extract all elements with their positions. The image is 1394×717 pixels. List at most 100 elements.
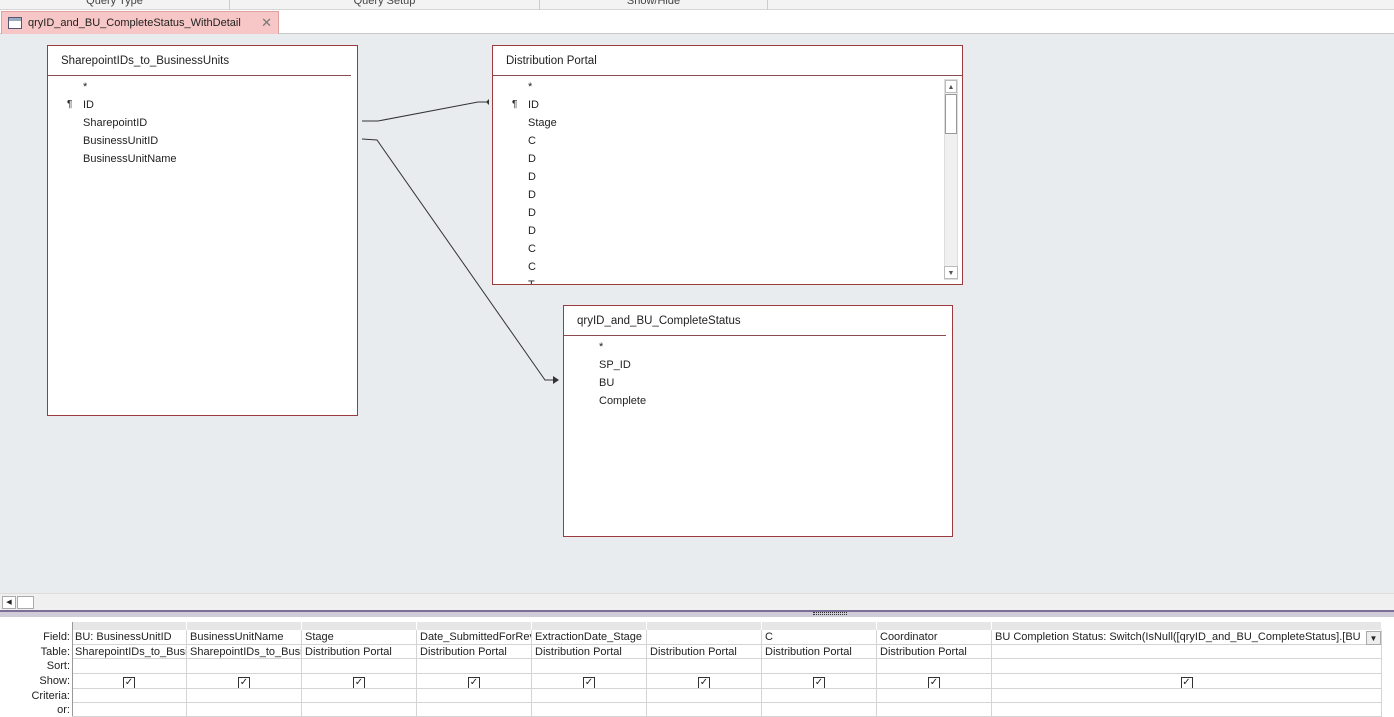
table-title[interactable]: qryID_and_BU_CompleteStatus: [564, 306, 946, 336]
scroll-thumb[interactable]: [945, 94, 957, 134]
field-item[interactable]: BusinessUnitName: [48, 150, 357, 168]
show-checkbox[interactable]: ✓: [123, 677, 135, 688]
field-cell[interactable]: [647, 630, 762, 645]
show-cell[interactable]: ✓: [187, 674, 302, 689]
show-cell[interactable]: ✓: [532, 674, 647, 689]
table-title[interactable]: SharepointIDs_to_BusinessUnits: [48, 46, 351, 76]
field-cell[interactable]: BU: BusinessUnitID: [72, 630, 187, 645]
show-checkbox[interactable]: ✓: [928, 677, 940, 688]
criteria-cell[interactable]: [417, 689, 532, 703]
pane-splitter[interactable]: [0, 610, 1394, 617]
field-cell[interactable]: Date_SubmittedForReview: [417, 630, 532, 645]
show-checkbox[interactable]: ✓: [583, 677, 595, 688]
sort-cell[interactable]: [532, 659, 647, 674]
field-item[interactable]: D: [493, 204, 962, 222]
table-distribution-portal[interactable]: Distribution Portal * ¶ ID Stage C D D D D D C C T ▲…: [492, 45, 963, 285]
or-cell[interactable]: [302, 703, 417, 717]
field-item[interactable]: D: [493, 168, 962, 186]
field-item[interactable]: ¶ ID: [493, 96, 962, 114]
field-cell[interactable]: Coordinator: [877, 630, 992, 645]
criteria-cell[interactable]: [877, 689, 992, 703]
field-item[interactable]: D: [493, 150, 962, 168]
scroll-down-icon[interactable]: ▼: [944, 266, 958, 279]
table-cell[interactable]: Distribution Portal: [762, 645, 877, 659]
criteria-cell[interactable]: [647, 689, 762, 703]
or-cell[interactable]: [72, 703, 187, 717]
show-cell[interactable]: ✓: [762, 674, 877, 689]
field-item[interactable]: Stage: [493, 114, 962, 132]
table-cell[interactable]: Distribution Portal: [532, 645, 647, 659]
sort-cell[interactable]: [302, 659, 417, 674]
field-item[interactable]: SharepointID: [48, 114, 357, 132]
field-item[interactable]: *: [564, 338, 952, 356]
show-checkbox[interactable]: ✓: [698, 677, 710, 688]
field-item[interactable]: *: [48, 78, 357, 96]
field-item[interactable]: BU: [564, 374, 952, 392]
show-checkbox[interactable]: ✓: [813, 677, 825, 688]
sort-cell[interactable]: [877, 659, 992, 674]
table-cell[interactable]: Distribution Portal: [302, 645, 417, 659]
column-selector[interactable]: [647, 622, 762, 630]
table-cell[interactable]: SharepointIDs_to_BusinessUnits: [187, 645, 302, 659]
show-cell[interactable]: ✓: [877, 674, 992, 689]
field-cell[interactable]: Stage: [302, 630, 417, 645]
column-selector[interactable]: [992, 622, 1382, 630]
criteria-cell[interactable]: [187, 689, 302, 703]
show-cell[interactable]: ✓: [417, 674, 532, 689]
scroll-thumb[interactable]: [17, 596, 34, 609]
splitter-grip[interactable]: [813, 612, 847, 615]
sort-cell[interactable]: [992, 659, 1382, 674]
table-sharepointids-to-businessunits[interactable]: SharepointIDs_to_BusinessUnits * ¶ ID Share…: [47, 45, 358, 416]
field-item[interactable]: C: [493, 132, 962, 150]
table-cell[interactable]: Distribution Portal: [417, 645, 532, 659]
field-list-scrollbar[interactable]: ▲ ▼: [944, 79, 958, 280]
column-selector[interactable]: [532, 622, 647, 630]
column-selector[interactable]: [762, 622, 877, 630]
table-cell[interactable]: SharepointIDs_to_BusinessUnits: [72, 645, 187, 659]
sort-cell[interactable]: [187, 659, 302, 674]
field-item[interactable]: D: [493, 222, 962, 240]
or-cell[interactable]: [417, 703, 532, 717]
sort-cell[interactable]: [647, 659, 762, 674]
chevron-down-icon[interactable]: ▼: [1366, 631, 1381, 645]
field-item[interactable]: T: [493, 276, 962, 284]
field-cell[interactable]: C: [762, 630, 877, 645]
scroll-up-icon[interactable]: ▲: [945, 80, 957, 93]
column-selector[interactable]: [417, 622, 532, 630]
criteria-cell[interactable]: [532, 689, 647, 703]
field-cell[interactable]: ExtractionDate_Stage: [532, 630, 647, 645]
column-selector[interactable]: [187, 622, 302, 630]
criteria-cell[interactable]: [72, 689, 187, 703]
show-cell[interactable]: ✓: [302, 674, 417, 689]
design-horizontal-scrollbar[interactable]: ◀: [0, 593, 1394, 610]
show-cell[interactable]: ✓: [647, 674, 762, 689]
table-qryid-and-bu-completestatus[interactable]: qryID_and_BU_CompleteStatus * SP_ID BU Comp…: [563, 305, 953, 537]
scroll-left-icon[interactable]: ◀: [2, 596, 16, 609]
column-selector[interactable]: [72, 622, 187, 630]
close-icon[interactable]: ✕: [261, 15, 272, 31]
table-cell[interactable]: Distribution Portal: [877, 645, 992, 659]
or-cell[interactable]: [187, 703, 302, 717]
table-cell[interactable]: Distribution Portal: [647, 645, 762, 659]
show-checkbox[interactable]: ✓: [238, 677, 250, 688]
show-checkbox[interactable]: ✓: [468, 677, 480, 688]
sort-cell[interactable]: [762, 659, 877, 674]
field-item[interactable]: C: [493, 240, 962, 258]
or-cell[interactable]: [762, 703, 877, 717]
document-tab[interactable]: qryID_and_BU_CompleteStatus_WithDetail ✕: [1, 11, 279, 34]
field-cell[interactable]: BusinessUnitName: [187, 630, 302, 645]
field-cell[interactable]: BU Completion Status: Switch(IsNull([qry…: [992, 630, 1382, 645]
field-item[interactable]: *: [493, 78, 962, 96]
or-cell[interactable]: [877, 703, 992, 717]
column-selector[interactable]: [877, 622, 992, 630]
show-checkbox[interactable]: ✓: [1180, 677, 1193, 688]
show-cell[interactable]: ✓: [992, 674, 1382, 689]
show-cell[interactable]: ✓: [72, 674, 187, 689]
field-item[interactable]: ¶ ID: [48, 96, 357, 114]
show-checkbox[interactable]: ✓: [353, 677, 365, 688]
field-item[interactable]: C: [493, 258, 962, 276]
field-item[interactable]: Complete: [564, 392, 952, 410]
criteria-cell[interactable]: [302, 689, 417, 703]
sort-cell[interactable]: [72, 659, 187, 674]
table-cell[interactable]: [992, 645, 1382, 659]
